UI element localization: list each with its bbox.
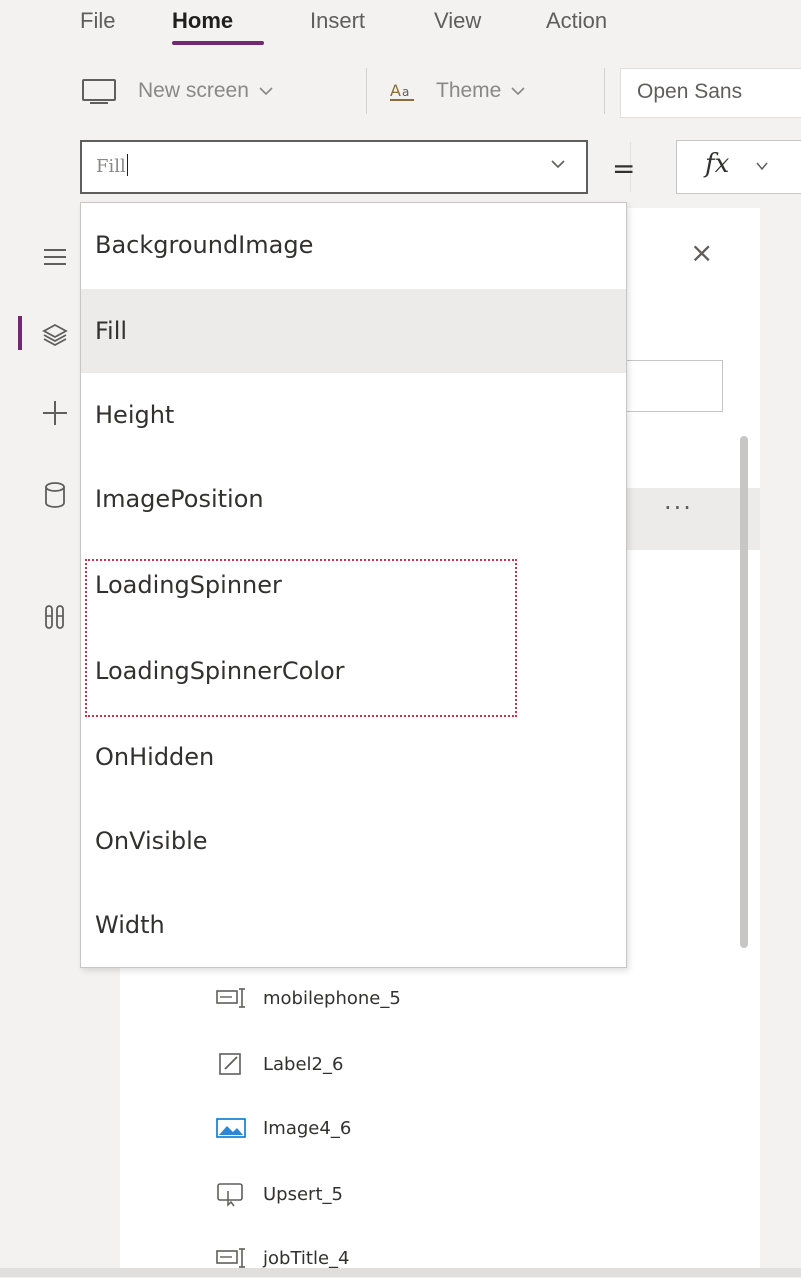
layers-icon[interactable] — [40, 320, 70, 350]
dropdown-option-fill[interactable]: Fill — [81, 289, 626, 373]
theme-label: Theme — [436, 79, 502, 102]
chevron-down-icon — [511, 87, 525, 96]
menu-file[interactable]: File — [80, 8, 115, 34]
hamburger-icon[interactable] — [40, 242, 70, 272]
dropdown-option-onhidden[interactable]: OnHidden — [81, 715, 626, 799]
dropdown-option-width[interactable]: Width — [81, 883, 626, 967]
close-panel-button[interactable]: × — [690, 236, 713, 269]
property-selector[interactable]: Fill — [80, 140, 631, 194]
theme-icon: A a — [390, 81, 414, 101]
tree-item-mobilephone[interactable]: mobilephone_5 — [215, 978, 401, 1018]
ribbon-toolbar: New screen A a Theme Open Sans — [0, 58, 801, 127]
button-icon — [217, 1183, 243, 1207]
plus-icon[interactable] — [40, 398, 70, 428]
annotation-highlight-box — [85, 559, 517, 717]
chevron-down-icon — [259, 87, 273, 96]
toolbar-separator — [366, 68, 367, 114]
chevron-down-icon[interactable] — [550, 156, 566, 172]
dropdown-option-height[interactable]: Height — [81, 373, 626, 457]
bottom-border — [0, 1268, 801, 1277]
theme-button[interactable]: A a Theme — [388, 72, 527, 110]
new-screen-label: New screen — [138, 79, 249, 102]
database-icon[interactable] — [40, 480, 70, 510]
tree-item-image[interactable]: Image4_6 — [215, 1108, 351, 1148]
chevron-down-icon — [756, 162, 768, 171]
formula-bar: Fill = fx — [0, 126, 801, 208]
equals-sign: = — [612, 152, 636, 185]
edit-label-icon — [219, 1053, 241, 1075]
svg-text:a: a — [402, 85, 409, 99]
dropdown-option-backgroundimage[interactable]: BackgroundImage — [81, 203, 626, 287]
dropdown-option-onvisible[interactable]: OnVisible — [81, 799, 626, 883]
tree-item-label[interactable]: Label2_6 — [215, 1044, 343, 1084]
tree-item-upsert[interactable]: Upsert_5 — [215, 1174, 343, 1214]
rail-active-indicator — [18, 316, 22, 350]
font-selector[interactable]: Open Sans — [620, 68, 801, 118]
screen-icon — [82, 79, 116, 104]
text-caret — [126, 154, 128, 176]
text-input-icon — [216, 988, 245, 1008]
property-input[interactable]: Fill — [96, 154, 128, 177]
tools-icon[interactable] — [40, 602, 70, 632]
menu-view[interactable]: View — [434, 8, 481, 34]
property-dropdown-list: BackgroundImage Fill Height ImagePositio… — [80, 202, 627, 968]
menu-action[interactable]: Action — [546, 8, 607, 34]
fx-button[interactable]: fx — [676, 140, 801, 194]
new-screen-button[interactable]: New screen — [80, 72, 275, 110]
menu-home[interactable]: Home — [172, 8, 233, 34]
left-rail — [0, 208, 80, 1277]
more-options-button[interactable]: ··· — [664, 494, 693, 522]
toolbar-separator — [604, 68, 605, 114]
tree-scrollbar[interactable] — [740, 436, 748, 948]
menu-bar: File Home Insert View Action — [0, 0, 801, 55]
fx-label: fx — [705, 149, 730, 179]
menu-insert[interactable]: Insert — [310, 8, 365, 34]
right-gutter — [760, 208, 801, 1270]
image-icon — [216, 1118, 246, 1138]
active-tab-indicator — [172, 41, 264, 45]
dropdown-option-imageposition[interactable]: ImagePosition — [81, 457, 626, 541]
svg-text:A: A — [390, 81, 401, 100]
